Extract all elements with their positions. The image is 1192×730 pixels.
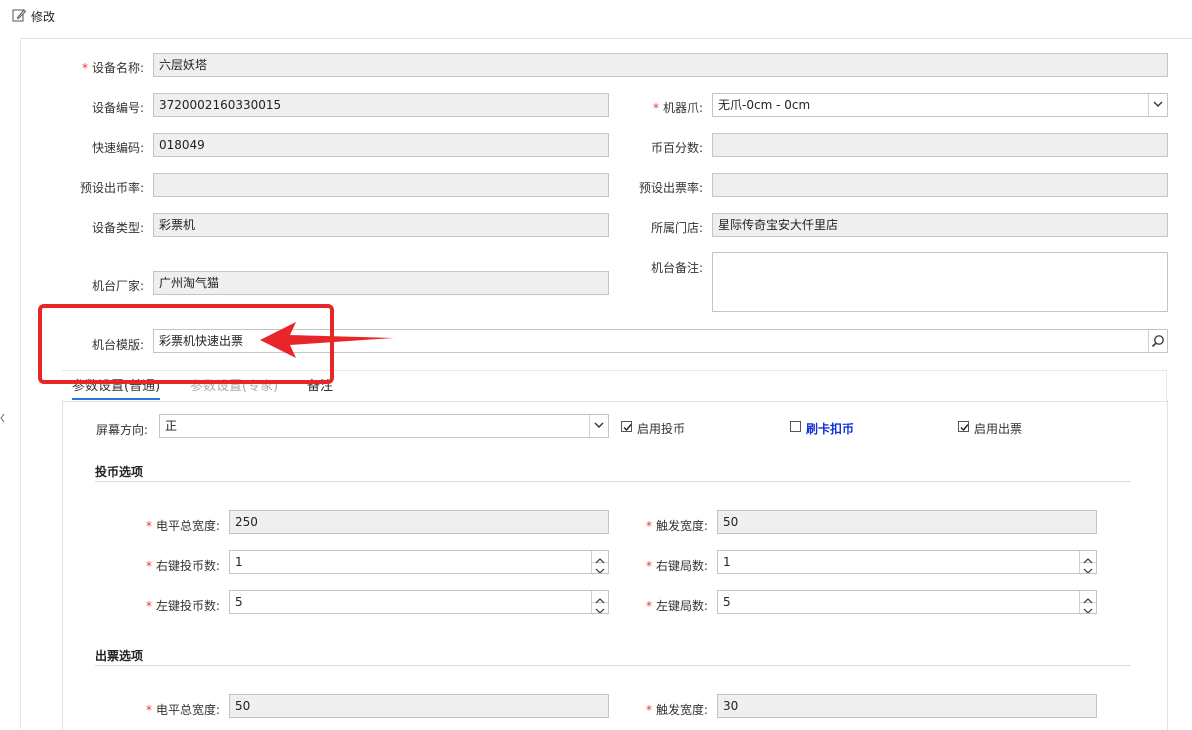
- enable-ticket-checkbox[interactable]: [958, 421, 969, 432]
- arrow-icon: [260, 322, 394, 358]
- coin-percent-field[interactable]: [712, 133, 1168, 157]
- ticket-trigger-width-field[interactable]: 30: [717, 694, 1097, 718]
- dialog-title: 修改: [31, 10, 56, 24]
- ticket-level-width-label: * 电平总宽度:: [145, 703, 220, 717]
- screen-dir-value: 正: [165, 419, 178, 433]
- spinner: [1079, 591, 1096, 613]
- enable-coin-label: 启用投币: [637, 422, 686, 436]
- right-coin-value: 1: [235, 555, 243, 569]
- ticket-section-title: 出票选项: [95, 649, 144, 663]
- edit-icon: [12, 8, 27, 22]
- splitter-grip[interactable]: [0, 410, 5, 426]
- left-coin-label: * 左键投币数:: [145, 599, 220, 613]
- remark-textarea[interactable]: [712, 252, 1168, 312]
- dialog-titlebar: 修改: [0, 0, 1192, 30]
- spinner: [591, 551, 608, 573]
- claw-select[interactable]: 无爪-0cm - 0cm: [712, 93, 1168, 117]
- right-rounds-stepper[interactable]: 1: [717, 550, 1097, 574]
- right-coin-stepper[interactable]: 1: [229, 550, 609, 574]
- ticket-trigger-width-label: * 触发宽度:: [645, 703, 708, 717]
- device-no-label: 设备编号:: [91, 101, 144, 115]
- remark-label: 机台备注:: [650, 261, 703, 275]
- preset-ticket-rate-label: 预设出票率:: [638, 181, 703, 195]
- screen-dir-label: 屏幕方向:: [95, 423, 148, 437]
- spinner: [591, 591, 608, 613]
- store-label: 所属门店:: [650, 221, 703, 235]
- device-name-label: * 设备名称:: [81, 61, 144, 75]
- quick-code-label: 快速编码:: [91, 141, 144, 155]
- chevron-down-icon[interactable]: [1148, 94, 1167, 116]
- card-deduct-checkbox[interactable]: [790, 421, 801, 432]
- left-rounds-value: 5: [723, 595, 731, 609]
- claw-label: * 机器爪:: [652, 101, 703, 115]
- quick-code-field[interactable]: 018049: [153, 133, 609, 157]
- coin-trigger-width-label: * 触发宽度:: [645, 519, 708, 533]
- device-type-field[interactable]: 彩票机: [153, 213, 609, 237]
- manufacturer-label: 机台厂家:: [91, 279, 144, 293]
- enable-ticket-label: 启用出票: [974, 422, 1023, 436]
- coin-level-width-label: * 电平总宽度:: [145, 519, 220, 533]
- ticket-level-width-field[interactable]: 50: [229, 694, 609, 718]
- screen-dir-select[interactable]: 正: [159, 414, 609, 438]
- spinner-down-icon[interactable]: [592, 562, 608, 573]
- claw-select-value: 无爪-0cm - 0cm: [718, 98, 811, 112]
- preset-coin-rate-label: 预设出币率:: [79, 181, 144, 195]
- spinner-down-icon[interactable]: [1080, 562, 1096, 573]
- right-rounds-label: * 右键局数:: [645, 559, 708, 573]
- preset-ticket-rate-field[interactable]: [712, 173, 1168, 197]
- store-field[interactable]: 星际传奇宝安大仟里店: [712, 213, 1168, 237]
- coin-section-divider: [95, 481, 1131, 482]
- left-coin-value: 5: [235, 595, 243, 609]
- manufacturer-field[interactable]: 广州淘气猫: [153, 271, 609, 295]
- spinner-down-icon[interactable]: [1080, 602, 1096, 613]
- device-no-field[interactable]: 3720002160330015: [153, 93, 609, 117]
- card-deduct-link[interactable]: 刷卡扣币: [806, 420, 854, 437]
- coin-percent-label: 币百分数:: [650, 141, 703, 155]
- chevron-down-icon[interactable]: [589, 415, 608, 437]
- right-rounds-value: 1: [723, 555, 731, 569]
- ticket-section-divider: [95, 665, 1131, 666]
- enable-coin-checkbox[interactable]: [621, 421, 632, 432]
- preset-coin-rate-field[interactable]: [153, 173, 609, 197]
- search-icon[interactable]: [1148, 330, 1167, 352]
- device-type-label: 设备类型:: [91, 221, 144, 235]
- spinner-down-icon[interactable]: [592, 602, 608, 613]
- coin-trigger-width-field[interactable]: 50: [717, 510, 1097, 534]
- left-rounds-label: * 左键局数:: [645, 599, 708, 613]
- left-coin-stepper[interactable]: 5: [229, 590, 609, 614]
- right-coin-label: * 右键投币数:: [145, 559, 220, 573]
- coin-level-width-field[interactable]: 250: [229, 510, 609, 534]
- left-rounds-stepper[interactable]: 5: [717, 590, 1097, 614]
- coin-section-title: 投币选项: [95, 465, 144, 479]
- device-name-field[interactable]: 六层妖塔: [153, 53, 1168, 77]
- spinner: [1079, 551, 1096, 573]
